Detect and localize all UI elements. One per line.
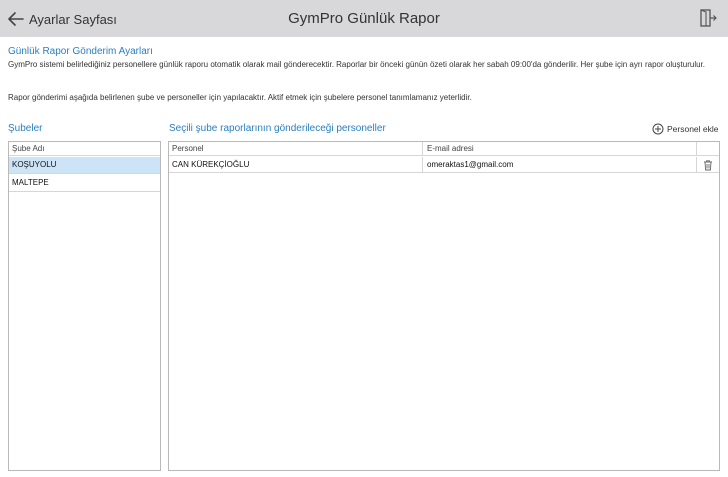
column-header-email: E-mail adresi xyxy=(424,142,697,156)
top-bar: Ayarlar Sayfası GymPro Günlük Rapor xyxy=(0,0,728,37)
staff-table: Personel E-mail adresi CAN KÜREKÇİOĞLU o… xyxy=(168,141,720,471)
branches-list: Şube Adı KOŞUYOLU MALTEPE xyxy=(8,141,161,471)
branch-item-kosuyolu[interactable]: KOŞUYOLU xyxy=(9,157,160,174)
trash-icon[interactable] xyxy=(702,159,714,171)
branches-label: Şubeler xyxy=(8,123,43,134)
column-header-personel: Personel xyxy=(169,142,423,156)
settings-description: GymPro sistemi belirlediğiniz personelle… xyxy=(8,60,705,69)
settings-title: Günlük Rapor Gönderim Ayarları xyxy=(8,46,153,57)
add-staff-label: Personel ekle xyxy=(667,123,719,134)
exit-icon[interactable] xyxy=(699,9,717,27)
plus-circle-icon xyxy=(652,123,664,134)
branch-column-header: Şube Adı xyxy=(9,142,160,156)
add-staff-button[interactable]: Personel ekle xyxy=(652,122,719,135)
staff-label: Seçili şube raporlarının gönderileceği p… xyxy=(169,123,386,134)
staff-name-cell: CAN KÜREKÇİOĞLU xyxy=(169,157,423,173)
staff-email-cell: omeraktas1@gmail.com xyxy=(424,157,697,173)
branch-item-maltepe[interactable]: MALTEPE xyxy=(9,175,160,192)
page-title: GymPro Günlük Rapor xyxy=(288,10,440,27)
settings-note: Rapor gönderimi aşağıda belirlenen şube … xyxy=(8,93,472,102)
